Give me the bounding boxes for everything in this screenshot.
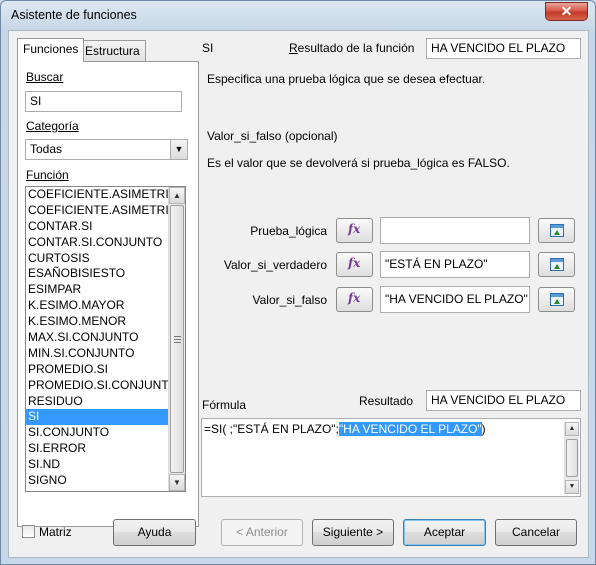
chevron-down-icon[interactable]: ▼ (170, 140, 187, 159)
function-wizard-icon: fx (348, 256, 361, 270)
argument-input-prueba-logica[interactable] (380, 217, 530, 244)
scrollbar-thumb[interactable] (170, 205, 184, 473)
argument-input-valor-si-verdadero[interactable]: "ESTÁ EN PLAZO" (380, 251, 530, 278)
function-wizard-window: Asistente de funciones ✕ Funciones Estru… (0, 0, 596, 565)
formula-text-after: ) (481, 422, 486, 436)
formula-text-selected: "HA VENCIDO EL PLAZO" (338, 422, 482, 436)
function-list-item[interactable]: ESAÑOBISIESTO (26, 266, 185, 282)
tab-functions[interactable]: Funciones (17, 38, 85, 62)
formula-text[interactable]: =SI( ;"ESTÁ EN PLAZO";"HA VENCIDO EL PLA… (204, 422, 486, 436)
shrink-dialog-icon (550, 258, 564, 271)
tab-structure[interactable]: Estructura (79, 40, 146, 61)
window-title: Asistente de funciones (11, 8, 137, 22)
search-label: Buscar (26, 70, 64, 84)
shrink-dialog-icon (550, 224, 564, 237)
function-result-field: HA VENCIDO EL PLAZO (426, 38, 581, 59)
function-list-item[interactable]: SIGNO (26, 473, 185, 489)
function-wizard-icon: fx (348, 291, 361, 305)
function-description: Especifica una prueba lógica que se dese… (207, 72, 486, 86)
function-list-item[interactable]: CONTAR.SI (26, 219, 185, 235)
shrink-dialog-icon (550, 293, 564, 306)
parameter-description: Es el valor que se devolverá si prueba_l… (207, 156, 510, 170)
function-list-item[interactable]: K.ESIMO.MAYOR (26, 298, 185, 314)
function-list-scrollbar[interactable]: ▲ ▼ (168, 187, 185, 491)
argument-label-prueba-logica: Prueba_lógica (250, 224, 327, 238)
function-list-item[interactable]: COEFICIENTE.ASIMETRIA (26, 187, 185, 203)
matrix-label: Matriz (39, 525, 72, 539)
function-result-label-rest: esultado de la función (297, 41, 415, 55)
function-list-item[interactable]: PROMEDIO.SI.CONJUNTO (26, 378, 185, 394)
function-list-item[interactable]: ESIMPAR (26, 282, 185, 298)
function-list-item[interactable]: PROMEDIO.SI (26, 362, 185, 378)
function-list-item[interactable]: SI.ERROR (26, 441, 185, 457)
next-button[interactable]: Siguiente > (312, 519, 394, 546)
parameter-name: Valor_si_falso (opcional) (207, 129, 338, 143)
function-list-item[interactable]: CONTAR.SI.CONJUNTO (26, 235, 185, 251)
title-bar: Asistente de funciones ✕ (1, 1, 595, 29)
formula-label: Fórmula (202, 398, 247, 412)
matrix-checkbox[interactable] (22, 525, 35, 538)
argument-label-valor-si-verdadero: Valor_si_verdadero (223, 258, 327, 272)
search-input[interactable]: SI (25, 91, 182, 112)
argument-fx-button-valor-si-falso[interactable]: fx (336, 287, 373, 312)
argument-fx-button-valor-si-verdadero[interactable]: fx (336, 252, 373, 277)
function-list-item[interactable]: K.ESIMO.MENOR (26, 314, 185, 330)
function-list-item[interactable]: SI.CONJUNTO (26, 425, 185, 441)
function-result-label: Resultado de la función (289, 41, 415, 55)
scroll-up-arrow-icon[interactable]: ▲ (169, 187, 185, 204)
grip-line (174, 342, 181, 343)
scroll-down-arrow-icon[interactable]: ▼ (565, 480, 579, 494)
function-list-items: COEFICIENTE.ASIMETRIA COEFICIENTE.ASIMETR… (26, 187, 185, 489)
formula-editor[interactable]: =SI( ;"ESTÁ EN PLAZO";"HA VENCIDO EL PLA… (201, 418, 581, 497)
function-wizard-icon: fx (348, 222, 361, 236)
function-list[interactable]: COEFICIENTE.ASIMETRIA COEFICIENTE.ASIMETR… (25, 186, 186, 492)
category-select[interactable]: Todas ▼ (25, 139, 188, 160)
function-list-item[interactable]: SI (26, 409, 185, 426)
cancel-button[interactable]: Cancelar (495, 519, 577, 546)
argument-fx-button-prueba-logica[interactable]: fx (336, 218, 373, 243)
scroll-down-arrow-icon[interactable]: ▼ (169, 474, 185, 491)
function-list-item[interactable]: RESIDUO (26, 394, 185, 410)
back-button[interactable]: < Anterior (221, 519, 303, 546)
grip-line (174, 339, 181, 340)
formula-scrollbar[interactable]: ▲ ▼ (564, 422, 579, 494)
formula-result-field: HA VENCIDO EL PLAZO (426, 390, 581, 411)
help-button[interactable]: Ayuda (113, 519, 196, 546)
close-button[interactable]: ✕ (545, 2, 588, 21)
function-list-item[interactable]: SI.ND (26, 457, 185, 473)
scroll-up-arrow-icon[interactable]: ▲ (565, 422, 579, 436)
category-value: Todas (30, 142, 63, 156)
grip-line (174, 336, 181, 337)
accept-button[interactable]: Aceptar (403, 519, 486, 546)
dialog-body: Funciones Estructura Buscar SI Categoría… (8, 30, 589, 558)
argument-shrink-button-valor-si-verdadero[interactable] (538, 252, 575, 277)
category-label: Categoría (26, 119, 79, 133)
argument-shrink-button-prueba-logica[interactable] (538, 218, 575, 243)
argument-label-valor-si-falso: Valor_si_falso (252, 293, 327, 307)
formula-text-before: =SI( ;"ESTÁ EN PLAZO"; (204, 422, 339, 436)
function-list-item[interactable]: MAX.SI.CONJUNTO (26, 330, 185, 346)
function-name: SI (202, 41, 214, 55)
argument-input-valor-si-falso[interactable]: "HA VENCIDO EL PLAZO" (380, 286, 530, 313)
formula-scrollbar-thumb[interactable] (566, 439, 578, 477)
function-label: Función (26, 168, 69, 182)
argument-shrink-button-valor-si-falso[interactable] (538, 287, 575, 312)
formula-result-label: Resultado (359, 394, 414, 408)
function-list-item[interactable]: CURTOSIS (26, 251, 185, 267)
function-list-item[interactable]: COEFICIENTE.ASIMETRIA.P (26, 203, 185, 219)
function-list-item[interactable]: MIN.SI.CONJUNTO (26, 346, 185, 362)
